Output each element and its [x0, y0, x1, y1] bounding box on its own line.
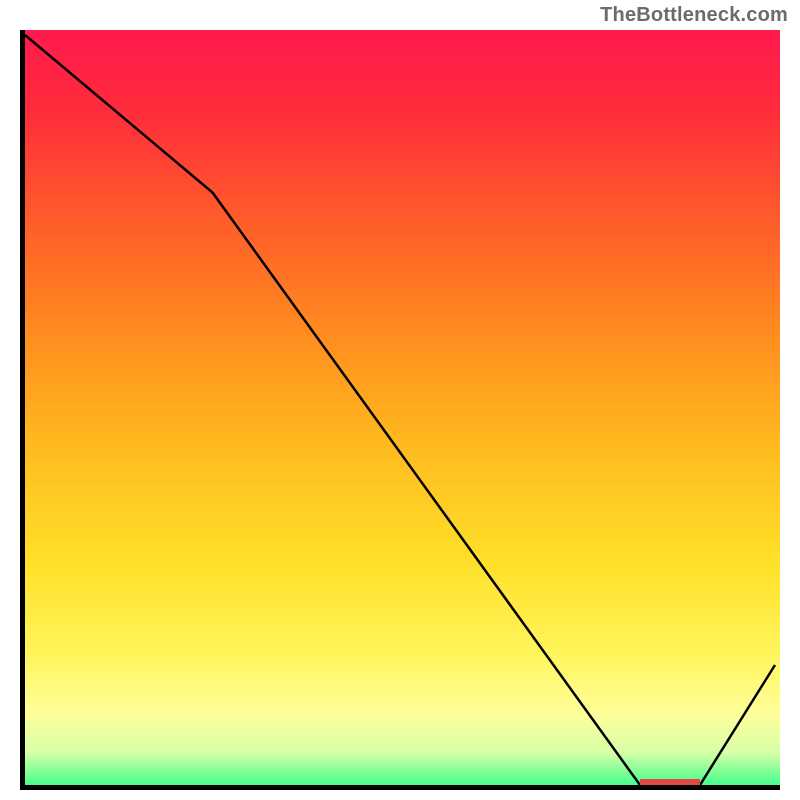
chart-svg	[20, 30, 780, 790]
chart-container	[20, 30, 780, 790]
y-axis	[20, 30, 25, 790]
optimal-range-marker	[640, 779, 700, 785]
watermark-text: TheBottleneck.com	[600, 4, 788, 27]
chart-background	[20, 30, 780, 790]
